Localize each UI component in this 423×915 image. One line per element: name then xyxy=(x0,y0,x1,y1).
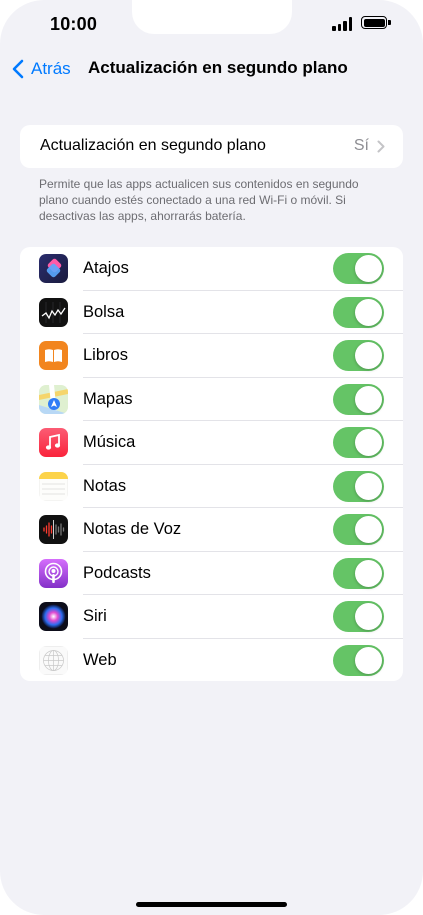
app-label: Música xyxy=(83,433,136,451)
home-indicator[interactable] xyxy=(136,902,287,907)
app-row-siri: Siri xyxy=(20,595,403,639)
toggle-knob xyxy=(355,516,382,543)
app-row-notas: Notas xyxy=(20,465,403,508)
notes-icon xyxy=(39,471,68,501)
app-label: Siri xyxy=(83,607,107,625)
app-row-bolsa: Bolsa xyxy=(20,291,403,334)
books-icon xyxy=(39,341,68,370)
setting-description: Permite que las apps actualicen sus cont… xyxy=(39,177,359,223)
notch xyxy=(132,0,292,34)
toggle-notas[interactable] xyxy=(333,470,384,502)
app-list: Atajos Bolsa Libros Mapas Música Notas N… xyxy=(20,247,403,681)
cellular-signal-icon xyxy=(332,17,354,31)
siri-icon xyxy=(39,602,68,631)
voice-memos-icon xyxy=(39,515,68,544)
app-row-podcasts: Podcasts xyxy=(20,552,403,595)
app-row-web: Web xyxy=(20,639,403,682)
toggle-web[interactable] xyxy=(333,644,384,676)
toggle-mapas[interactable] xyxy=(333,383,384,415)
toggle-knob xyxy=(355,255,382,282)
toggle-knob xyxy=(355,342,382,369)
toggle-notas-de-voz[interactable] xyxy=(333,514,384,545)
chevron-right-icon xyxy=(377,140,385,153)
setting-label: Actualización en segundo plano xyxy=(40,137,266,154)
back-label: Atrás xyxy=(31,59,71,78)
music-icon xyxy=(39,428,68,457)
toggle-siri[interactable] xyxy=(333,601,384,632)
toggle-knob xyxy=(355,646,382,674)
app-label: Web xyxy=(83,650,117,669)
chevron-left-icon xyxy=(12,59,24,79)
toggle-knob xyxy=(355,603,382,630)
toggle-atajos[interactable] xyxy=(333,253,384,284)
page-title: Actualización en segundo plano xyxy=(88,58,348,77)
toggle-musica[interactable] xyxy=(333,427,384,458)
podcasts-icon xyxy=(39,558,68,588)
toggle-bolsa[interactable] xyxy=(333,296,384,328)
app-label: Bolsa xyxy=(83,302,125,321)
app-row-mapas: Mapas xyxy=(20,378,403,421)
app-label: Libros xyxy=(83,346,128,364)
phone-screen: 10:00 Atrás Actualización en segundo pla… xyxy=(0,0,423,915)
app-label: Podcasts xyxy=(83,563,151,582)
app-row-libros: Libros xyxy=(20,334,403,378)
stocks-icon xyxy=(39,297,68,327)
toggle-knob xyxy=(355,298,382,326)
app-row-atajos: Atajos xyxy=(20,247,403,291)
battery-icon xyxy=(361,16,391,29)
setting-value: Sí xyxy=(353,137,369,154)
app-row-musica: Música xyxy=(20,421,403,465)
app-label: Notas de Voz xyxy=(83,520,182,538)
toggle-podcasts[interactable] xyxy=(333,557,384,589)
app-label: Atajos xyxy=(83,259,129,277)
shortcuts-icon xyxy=(39,254,68,283)
status-time: 10:00 xyxy=(50,14,98,34)
web-icon xyxy=(39,645,68,675)
toggle-knob xyxy=(355,429,382,456)
maps-icon xyxy=(39,384,68,414)
back-button[interactable]: Atrás xyxy=(10,57,71,81)
app-label: Mapas xyxy=(83,389,133,408)
toggle-knob xyxy=(355,472,382,500)
background-refresh-setting[interactable]: Actualización en segundo plano Sí xyxy=(20,125,403,168)
app-row-notas-de-voz: Notas de Voz xyxy=(20,508,403,552)
toggle-knob xyxy=(355,385,382,413)
toggle-libros[interactable] xyxy=(333,340,384,371)
app-label: Notas xyxy=(83,476,127,495)
toggle-knob xyxy=(355,559,382,587)
